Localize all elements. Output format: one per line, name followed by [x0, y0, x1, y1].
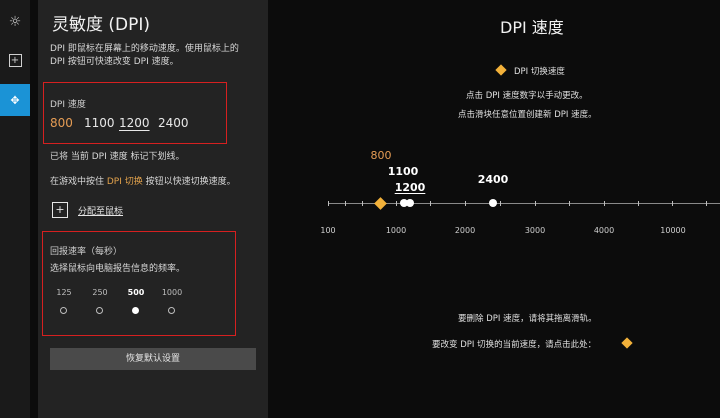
- report-rate-250: 250: [92, 288, 108, 297]
- dpi-shift-note-before: 在游戏中按住: [50, 177, 107, 187]
- slider-tick: [638, 201, 639, 206]
- slider-tick: [569, 201, 570, 206]
- axis-label-2000: 2000: [454, 226, 476, 235]
- lighting-tab[interactable]: ☼: [0, 6, 30, 38]
- slider-tick: [328, 201, 329, 206]
- dpi-marker-1200-label[interactable]: 1200: [395, 181, 426, 194]
- settings-panel: 灵敏度 (DPI) DPI 即鼠标在屏幕上的移动速度。使用鼠标上的 DPI 按钮…: [38, 0, 268, 418]
- axis-label-1000: 1000: [385, 226, 407, 235]
- dpi-marker-1200-handle[interactable]: [406, 199, 414, 207]
- slider-tick: [604, 201, 605, 206]
- dpi-marker-2400-label[interactable]: 2400: [478, 173, 509, 186]
- dpi-shift-set-diamond-icon[interactable]: [621, 337, 633, 349]
- panel-description-line-1: DPI 即鼠标在屏幕上的移动速度。使用鼠标上的: [50, 44, 239, 54]
- dpi-shift-legend-label: DPI 切换速度: [514, 67, 565, 77]
- axis-label-10000: 10000: [660, 226, 686, 235]
- axis-label-100: 100: [320, 226, 336, 235]
- shift-speed-hint: 要改变 DPI 切换的当前速度，请点击此处：: [432, 340, 597, 350]
- slider-tick: [430, 201, 431, 206]
- report-rate-description: 选择鼠标向电脑报告信息的频率。: [50, 264, 186, 274]
- slider-tick: [345, 201, 346, 206]
- dpi-shift-diamond-icon: [495, 64, 507, 76]
- assign-plus-icon[interactable]: +: [52, 202, 68, 218]
- slider-tick: [672, 201, 673, 206]
- panel-description-line-2: DPI 按钮可快速改变 DPI 速度。: [50, 57, 179, 67]
- dpi-value-1100[interactable]: 1100: [84, 116, 115, 130]
- dpi-marker-1100-label[interactable]: 1100: [388, 165, 419, 178]
- assign-to-mouse-link[interactable]: 分配至鼠标: [78, 204, 123, 217]
- report-rate-250-radio[interactable]: [96, 307, 103, 314]
- dpi-value-2400[interactable]: 2400: [158, 116, 189, 130]
- underline-note: 已将 当前 DPI 速度 标记下划线。: [50, 152, 185, 162]
- slider-tick: [362, 201, 363, 206]
- move-icon: ✥: [10, 93, 20, 107]
- slider-tick: [706, 201, 707, 206]
- panel-title: 灵敏度 (DPI): [52, 15, 151, 35]
- left-rail: ☼ + ✥: [0, 0, 30, 418]
- dpi-section-label: DPI 速度: [50, 100, 86, 110]
- add-tab[interactable]: +: [0, 44, 30, 76]
- instruction-line-1: 点击 DPI 速度数字以手动更改。: [466, 91, 588, 101]
- delete-hint: 要删除 DPI 速度，请将其拖离滑轨。: [458, 314, 597, 324]
- slider-tick: [465, 201, 466, 206]
- dpi-marker-2400-handle[interactable]: [489, 199, 497, 207]
- report-rate-500-radio[interactable]: [132, 307, 139, 314]
- axis-label-3000: 3000: [524, 226, 546, 235]
- slider-tick: [396, 201, 397, 206]
- dpi-value-1200[interactable]: 1200: [119, 116, 150, 130]
- add-icon: +: [8, 53, 22, 67]
- report-rate-125-radio[interactable]: [60, 307, 67, 314]
- instruction-line-2: 点击滑块任意位置创建新 DPI 速度。: [458, 110, 597, 120]
- dpi-shift-note-after: 按钮以快速切换速度。: [142, 177, 236, 187]
- sun-icon: ☼: [8, 14, 22, 30]
- axis-label-4000: 4000: [593, 226, 615, 235]
- sensitivity-tab[interactable]: ✥: [0, 84, 30, 116]
- dpi-marker-800-label[interactable]: 800: [371, 149, 392, 162]
- main-title: DPI 速度: [500, 18, 564, 37]
- restore-defaults-button[interactable]: 恢复默认设置: [50, 348, 256, 370]
- dpi-shift-note: 在游戏中按住 DPI 切换 按钮以快速切换速度。: [50, 175, 236, 189]
- dpi-value-800[interactable]: 800: [50, 116, 73, 130]
- report-rate-500: 500: [127, 288, 145, 297]
- dpi-marker-800-handle[interactable]: [374, 197, 387, 210]
- report-rate-125: 125: [56, 288, 72, 297]
- report-rate-1000-radio[interactable]: [168, 307, 175, 314]
- slider-tick: [535, 201, 536, 206]
- slider-tick: [500, 201, 501, 206]
- report-rate-1000: 1000: [161, 288, 183, 297]
- dpi-highlight-box: [43, 82, 227, 144]
- report-rate-label: 回报速率（每秒）: [50, 247, 123, 257]
- dpi-shift-note-highlight: DPI 切换: [106, 177, 143, 187]
